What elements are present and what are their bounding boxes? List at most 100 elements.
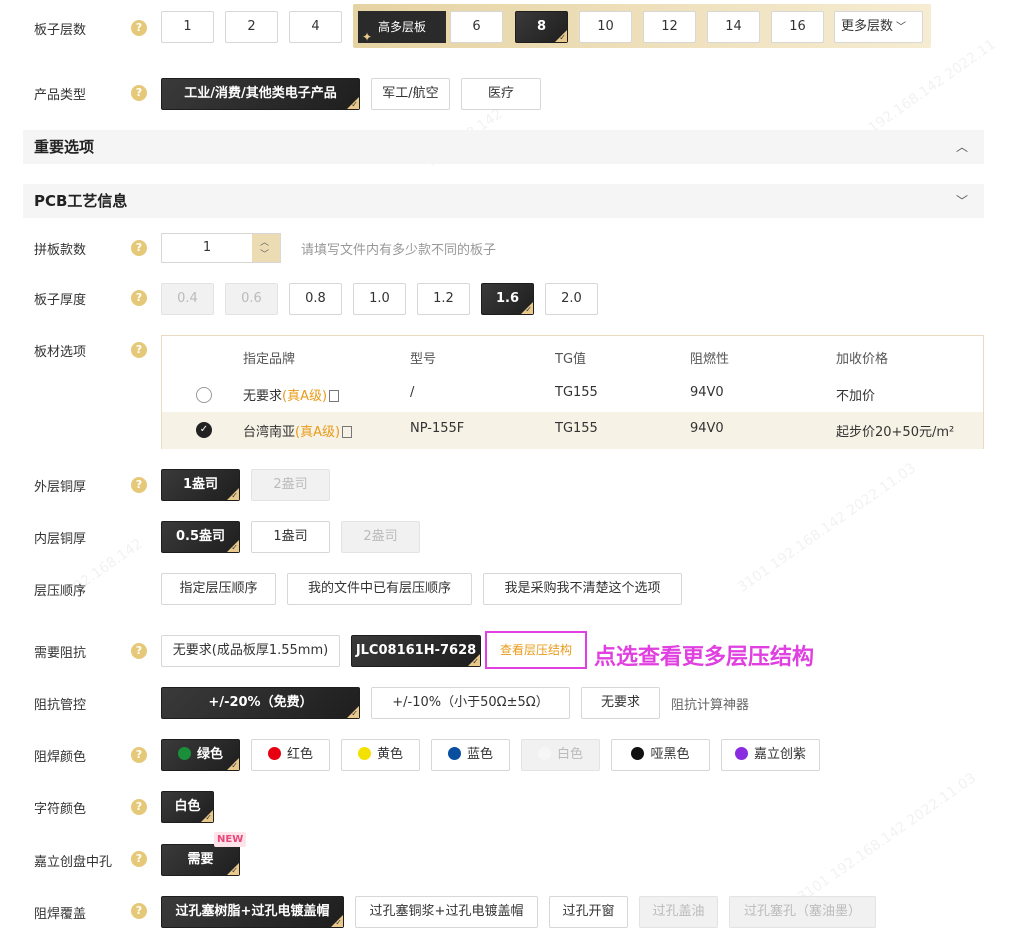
pad-hole-required-label: 需要 [187,852,214,867]
thickness-2-0[interactable]: 2.0 [545,283,598,315]
via-cover-label: 阻焊覆盖 [34,907,87,922]
solder-color-yellow[interactable]: 黄色 [341,739,420,771]
col-flame: 阻燃性 [690,352,730,367]
stackup-in-file[interactable]: 我的文件中已有层压顺序 [287,573,472,605]
solder-color-red-label: 红色 [286,747,313,762]
help-icon[interactable]: ? [131,643,147,659]
check-icon: ✓ [205,813,212,822]
price-cell: 起步价20+50元/m² [836,425,955,440]
solder-color-purple[interactable]: 嘉立创紫 [721,739,820,771]
layers-option-16[interactable]: 16 [771,11,824,43]
panel-count-stepper[interactable]: 1 ︿ ﹀ [161,233,281,263]
impedance-calc-link[interactable]: 阻抗计算神器 [671,694,749,713]
watermark: 3101 192.168.142 2022.11.03 [794,770,980,906]
solder-color-matte-black-label: 哑黑色 [650,747,690,762]
solder-color-green[interactable]: 绿色 ✓ [161,739,240,771]
impedance-jlc[interactable]: JLC08161H-7628 ✓ [351,635,481,667]
pad-hole-required[interactable]: 需要 ✓ [161,844,240,876]
table-row[interactable]: 无要求(真A级) / TG155 94V0 不加价 [162,376,983,412]
model-cell: / [410,385,415,400]
green-dot-icon [177,747,191,760]
layers-option-2[interactable]: 2 [225,11,278,43]
solder-color-blue[interactable]: 蓝色 [431,739,510,771]
more-layers-dropdown[interactable]: 更多层数 ﹀ [834,11,923,43]
chevron-down-icon[interactable]: ﹀ [260,247,269,260]
red-dot-icon [267,747,281,760]
check-icon: ✓ [231,543,238,552]
high-layer-badge: ✦ 高多层板 [358,11,446,44]
help-icon[interactable]: ? [131,20,147,36]
annotation-text: 点选查看更多层压结构 [594,645,815,670]
thickness-1-6[interactable]: 1.6 ✓ [481,283,534,315]
panel-count-input[interactable]: 1 [162,234,252,262]
view-stackup-link[interactable]: 查看层压结构 [485,631,587,669]
sparkle-icon: ✦ [362,30,373,44]
via-cover-copper-paste[interactable]: 过孔塞铜浆+过孔电镀盖帽 [355,896,538,928]
solder-color-white: 白色 [521,739,600,771]
high-layer-badge-label: 高多层板 [378,20,427,34]
help-icon[interactable]: ? [131,747,147,763]
layers-option-8[interactable]: 8 ✓ [515,11,568,43]
layers-option-12[interactable]: 12 [643,11,696,43]
product-type-military[interactable]: 军工/航空 [371,78,450,110]
stackup-unsure[interactable]: 我是采购我不清楚这个选项 [483,573,682,605]
help-icon[interactable]: ? [131,851,147,867]
grade-tag: (真A级) [282,389,328,404]
inner-copper-2oz: 2盎司 [341,521,420,553]
solder-color-red[interactable]: 红色 [251,739,330,771]
price-cell: 不加价 [836,389,876,404]
thickness-0-4: 0.4 [161,283,214,315]
more-layers-label: 更多层数 [841,19,894,34]
via-cover-open[interactable]: 过孔开窗 [549,896,628,928]
impedance-ctrl-20[interactable]: +/-20%（免费） ✓ [161,687,360,719]
stepper-buttons[interactable]: ︿ ﹀ [252,234,280,262]
via-cover-resin[interactable]: 过孔塞树脂+过孔电镀盖帽 ✓ [161,896,344,928]
section-important[interactable]: 重要选项 ︿ [23,130,984,164]
product-type-medical[interactable]: 医疗 [461,78,541,110]
thickness-1-2[interactable]: 1.2 [417,283,470,315]
model-cell: NP-155F [410,421,465,436]
product-type-label: 产品类型 [34,88,87,103]
chevron-down-icon: ﹀ [896,22,907,33]
section-pcb-process[interactable]: PCB工艺信息 ﹀ [23,184,984,218]
panel-count-label: 拼板款数 [34,243,87,258]
solder-color-label: 阻焊颜色 [34,750,87,765]
impedance-ctrl-none[interactable]: 无要求 [581,687,660,719]
thickness-1-0[interactable]: 1.0 [353,283,406,315]
inner-copper-0-5oz[interactable]: 0.5盎司 ✓ [161,521,240,553]
radio-button-checked[interactable]: ✓ [196,422,212,438]
layers-option-6[interactable]: 6 [450,11,503,43]
silk-color-white[interactable]: 白色 ✓ [161,791,214,823]
layers-option-1[interactable]: 1 [161,11,214,43]
grade-tag: (真A级) [295,425,341,440]
help-icon[interactable]: ? [131,903,147,919]
new-badge: NEW [214,832,247,847]
help-icon[interactable]: ? [131,799,147,815]
impedance-none[interactable]: 无要求(成品板厚1.55mm) [161,635,340,667]
layers-option-10[interactable]: 10 [579,11,632,43]
brand-name: 无要求 [243,389,283,404]
pdf-icon[interactable] [342,426,353,438]
panel-count-hint: 请填写文件内有多少款不同的板子 [301,243,497,258]
pdf-icon[interactable] [329,390,340,402]
impedance-ctrl-10[interactable]: +/-10%（小于50Ω±5Ω） [371,687,570,719]
help-icon[interactable]: ? [131,240,147,256]
product-type-industrial[interactable]: 工业/消费/其他类电子产品 ✓ [161,78,360,110]
layers-option-4[interactable]: 4 [289,11,342,43]
check-icon: ✓ [231,491,238,500]
stackup-specify[interactable]: 指定层压顺序 [161,573,276,605]
layers-option-14[interactable]: 14 [707,11,760,43]
table-row[interactable]: ✓ 台湾南亚(真A级) NP-155F TG155 94V0 起步价20+50元… [162,412,983,449]
help-icon[interactable]: ? [131,342,147,358]
help-icon[interactable]: ? [131,477,147,493]
inner-copper-1oz[interactable]: 1盎司 [251,521,330,553]
white-dot-icon [537,747,551,760]
outer-copper-1oz[interactable]: 1盎司 ✓ [161,469,240,501]
thickness-0-8[interactable]: 0.8 [289,283,342,315]
solder-color-purple-label: 嘉立创紫 [753,747,806,762]
help-icon[interactable]: ? [131,290,147,306]
watermark: 3101 192.168.142 2022.11.03 [734,460,920,596]
radio-button[interactable] [196,387,212,403]
help-icon[interactable]: ? [131,85,147,101]
solder-color-matte-black[interactable]: 哑黑色 [611,739,710,771]
